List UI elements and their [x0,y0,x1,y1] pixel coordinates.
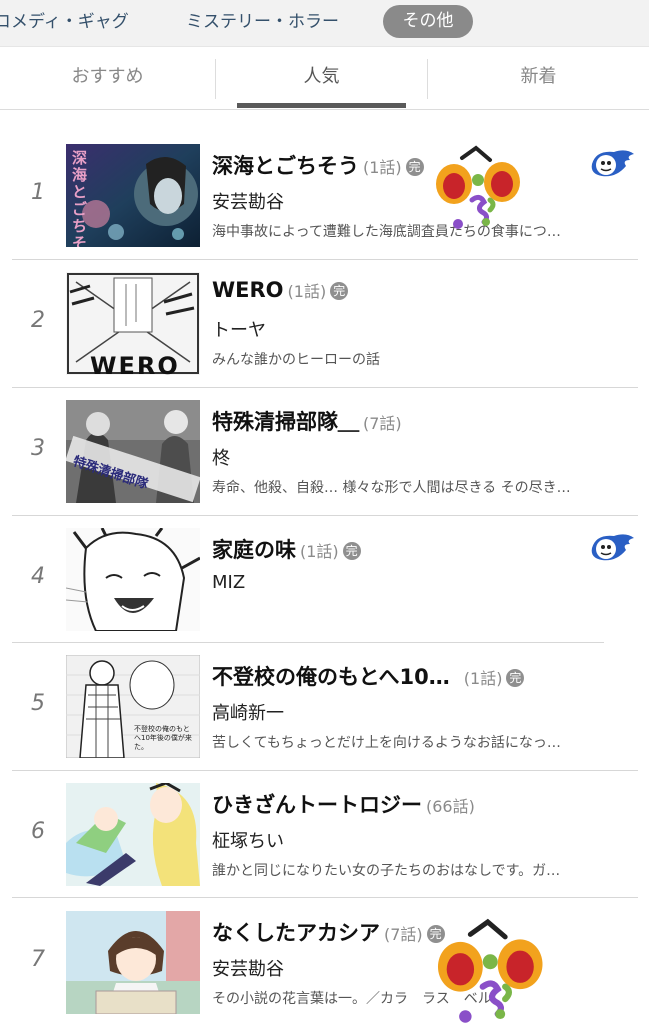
rank-number: 5 [31,691,45,716]
complete-badge: 完 [506,669,525,687]
active-tab-indicator [237,103,406,108]
cover-thumbnail[interactable] [66,911,200,1014]
title-line: 特殊清掃部隊＿ (7話) [212,406,402,438]
blue-flame-badge-icon [591,150,634,177]
cover-thumbnail[interactable] [66,528,200,631]
title-line: なくしたアカシア (7話) 完 [212,917,445,949]
ranking-row[interactable]: 4 家庭の味 (1話) 完 MIZ [0,512,649,640]
cover-thumbnail[interactable]: 深海とごちそう [66,144,200,247]
complete-badge: 完 [330,282,349,300]
ranking-row[interactable]: 3 特殊清掃部隊 特殊清掃部隊＿ (7話) 柊 寿命、他殺、自殺… 様々な形で人間… [0,384,649,512]
cover-thumbnail[interactable]: 特殊清掃部隊 [66,400,200,503]
rank-number: 1 [31,180,45,205]
genre-mystery-horror[interactable]: ミステリー・ホラー [186,6,339,38]
cover-title-text: 不登校の俺のもとへ10年後の僕が来た。 [134,725,192,751]
episode-count: (7話) [384,925,423,944]
ranking-row[interactable]: 7 なくしたアカシア (7話) 完 安芸勘谷 その小説の花言葉は一。／カラ ラス ベ… [0,895,649,1023]
title-line: 深海とごちそう (1話) 完 [212,150,424,182]
series-description: 海中事故によって遭難した海底調査員たちの食事につ… [212,224,561,240]
episode-count: (66話) [426,797,475,816]
author-name[interactable]: 柊 [212,444,230,470]
sort-tabs: おすすめ 人気 新着 [0,47,649,110]
cover-thumbnail[interactable]: WERO [66,272,200,375]
series-title[interactable]: 不登校の俺のもとへ10… [212,665,450,689]
series-description: 誰かと同じになりたい女の子たちのおはなしです。ガ… [212,863,561,879]
episode-count: (1話) [287,282,327,301]
party-cracker-sticker-icon [436,145,520,229]
genre-comedy[interactable]: コメディ・ギャグ [0,6,129,38]
series-description: みんな誰かのヒーローの話 [212,352,380,368]
cover-thumbnail[interactable]: 不登校の俺のもとへ10年後の僕が来た。 [66,655,200,758]
series-description: その小説の花言葉は一。／カラ ラス ベル [212,991,492,1007]
series-description: 寿命、他殺、自殺… 様々な形で人間は尽きる その尽き… [212,480,571,496]
complete-badge: 完 [405,158,424,176]
author-name[interactable]: MIZ [212,572,245,593]
cover-title-text: WERO [90,352,180,375]
cover-thumbnail[interactable] [66,783,200,886]
episode-count: (1話) [463,669,503,688]
series-title[interactable]: なくしたアカシア [212,921,380,945]
ranking-row[interactable]: 5 不登校の俺のもとへ10年後の僕が来た。 不登校の俺のもとへ10… (1話) 完 … [0,639,649,767]
tab-popular[interactable]: 人気 [216,47,427,107]
title-line: 不登校の俺のもとへ10… (1話) 完 [212,661,525,693]
genre-other[interactable]: その他 [383,5,473,38]
episode-count: (7話) [363,414,402,433]
series-description: 苦しくてもちょっとだけ上を向けるようなお話になっ… [212,735,561,751]
cover-title-text: 深海とごちそう [72,149,88,248]
rank-number: 3 [31,436,45,461]
episode-count: (1話) [300,542,339,561]
complete-badge: 完 [342,542,361,560]
author-name[interactable]: 安芸勘谷 [212,955,284,981]
rank-number: 6 [31,819,45,844]
ranking-row[interactable]: 6 ひきざんトートロジー (66話) 柾塚ちい 誰かと同じになりたい女の子たちのお… [0,767,649,895]
tab-new[interactable]: 新着 [428,47,649,107]
episode-count: (1話) [363,158,402,177]
author-name[interactable]: 高崎新一 [212,699,284,725]
series-title[interactable]: 家庭の味 [212,538,296,562]
author-name[interactable]: 柾塚ちい [212,827,284,853]
blue-flame-badge-icon [591,534,634,561]
title-line: ひきざんトートロジー (66話) [212,789,475,821]
rank-number: 2 [31,308,45,333]
genre-bar: コメディ・ギャグ ミステリー・ホラー その他 [0,0,649,47]
series-title[interactable]: 特殊清掃部隊＿ [212,410,359,434]
series-title[interactable]: ひきざんトートロジー [212,793,422,817]
party-cracker-sticker-icon [437,918,543,1023]
rank-number: 4 [31,564,45,589]
series-title[interactable]: 深海とごちそう [212,154,359,178]
author-name[interactable]: トーヤ [212,316,266,342]
title-line: 家庭の味 (1話) 完 [212,534,361,566]
ranking-row[interactable]: 2 WERO WERO (1話) 完 トーヤ みんな誰かのヒーローの話 [0,256,649,384]
title-line: WERO (1話) 完 [212,278,349,310]
ranking-row[interactable]: 1 深海とごちそう 深海とごちそう(1話)完 安芸勘谷 海中事故によって遭難した… [0,128,649,256]
tab-recommended[interactable]: おすすめ [0,47,215,107]
rank-number: 7 [31,947,45,972]
author-name[interactable]: 安芸勘谷 [212,188,284,214]
series-title[interactable]: WERO [212,278,284,302]
